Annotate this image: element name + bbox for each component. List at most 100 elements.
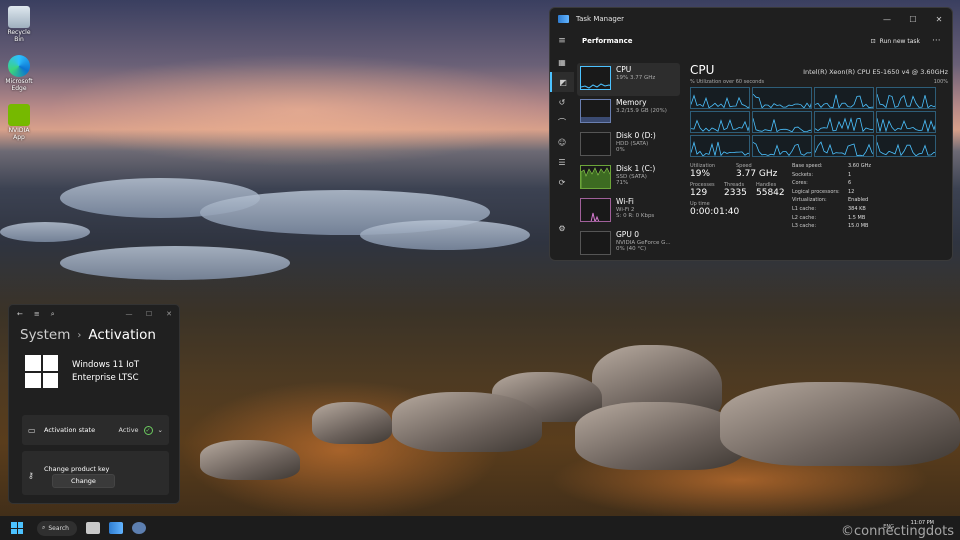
desktop-icon-label: Microsoft Edge: [5, 78, 33, 92]
lake: [360, 220, 530, 250]
watermark: ©connectingdots: [840, 524, 954, 539]
change-button[interactable]: Change: [52, 474, 115, 488]
minimize-button[interactable]: —: [119, 310, 139, 318]
resource-item-disk-0[interactable]: Disk 0 (D:) HDD (SATA) 0%: [577, 129, 680, 162]
nav-processes-icon[interactable]: ▦: [550, 52, 574, 72]
nav-services-icon[interactable]: ⟳: [550, 172, 574, 192]
breadcrumb-system[interactable]: System: [20, 327, 70, 343]
resource-name: Memory: [616, 98, 647, 107]
title-bar[interactable]: ← ≡ ⌕ — ☐ ✕: [9, 305, 179, 323]
cpu-spec-key: Cores:: [792, 180, 808, 187]
cpu-spec-row: Virtualization: Enabled: [792, 197, 871, 206]
product-name-line1: Windows 11 IoT: [72, 359, 140, 370]
cpu-thumbnail-graph: [580, 66, 611, 90]
lake: [0, 222, 90, 242]
cpu-spec-key: L2 cache:: [792, 214, 817, 221]
logical-processor-graph: [752, 111, 812, 133]
resource-detail: 0% (40 °C): [616, 245, 647, 252]
resource-name: CPU: [616, 65, 632, 74]
page-title: Performance: [582, 37, 633, 45]
product-info: Windows 11 IoT Enterprise LTSC: [9, 355, 179, 388]
speed-value: 3.77 GHz: [736, 169, 778, 179]
close-button[interactable]: ✕: [159, 310, 179, 318]
resource-item-gpu[interactable]: GPU 0 NVIDIA GeForce G... 0% (40 °C): [577, 228, 680, 260]
product-name-line2: Enterprise LTSC: [72, 372, 139, 383]
cpu-spec-key: Virtualization:: [792, 197, 827, 204]
lake: [60, 246, 290, 280]
change-product-key-label: Change product key: [44, 464, 110, 473]
cpu-spec-value: Enabled: [848, 197, 869, 204]
hamburger-menu-icon[interactable]: ≡: [550, 36, 574, 46]
cpu-spec-key: Logical processors:: [792, 188, 840, 195]
maximize-button[interactable]: ☐: [900, 15, 926, 24]
close-button[interactable]: ✕: [926, 15, 952, 24]
title-bar[interactable]: Task Manager — ☐ ✕: [550, 8, 952, 30]
cpu-spec-key: L3 cache:: [792, 223, 817, 230]
logical-processor-graph: [752, 87, 812, 109]
logical-processor-graph: [876, 135, 936, 157]
logical-processor-graph: [814, 135, 874, 157]
hamburger-menu-icon[interactable]: ≡: [34, 310, 40, 318]
nav-details-icon[interactable]: ☰: [550, 152, 574, 172]
resource-item-memory[interactable]: Memory 3.2/15.9 GB (20%): [577, 96, 680, 129]
utilization-caption: % Utilization over 60 seconds: [690, 79, 765, 85]
cpu-spec-value: 12: [848, 188, 855, 195]
key-icon: ⚷: [28, 471, 34, 480]
recycle-bin-icon: [8, 6, 30, 28]
resource-name: Wi-Fi: [616, 197, 634, 206]
task-manager-window: Task Manager — ☐ ✕ ≡ Performance ⊡ Run n…: [549, 7, 953, 261]
resource-item-cpu[interactable]: CPU 19% 3.77 GHz: [577, 63, 680, 96]
logical-processor-graphs: [690, 87, 948, 157]
cpu-model: Intel(R) Xeon(R) CPU E5-1650 v4 @ 3.60GH…: [803, 68, 948, 76]
file-explorer-icon[interactable]: [86, 522, 100, 534]
utilization-max: 100%: [933, 79, 948, 85]
chevron-right-icon: ›: [77, 329, 82, 341]
taskbar-search[interactable]: ⌕ Search: [37, 520, 77, 536]
breadcrumb: System › Activation: [9, 327, 179, 343]
activation-state-label: Activation state: [44, 426, 96, 434]
nvidia-icon: [8, 104, 30, 126]
desktop-icon-edge[interactable]: Microsoft Edge: [2, 55, 36, 92]
resource-item-wifi[interactable]: Wi-Fi Wi-Fi 2 S: 0 R: 0 Kbps: [577, 195, 680, 228]
handles-value: 55842: [756, 188, 785, 198]
disk1-thumbnail-graph: [580, 165, 611, 189]
window-title: Task Manager: [576, 15, 625, 23]
activation-state-row[interactable]: ▭ Activation state Active ✓ ⌄: [22, 415, 169, 445]
minimize-button[interactable]: —: [874, 15, 900, 24]
settings-taskbar-icon[interactable]: [132, 522, 146, 534]
resource-item-disk-1[interactable]: Disk 1 (C:) SSD (SATA) 71%: [577, 162, 680, 195]
disk0-thumbnail-graph: [580, 132, 611, 156]
rock: [392, 392, 542, 452]
cpu-spec-key: Base speed:: [792, 163, 823, 169]
start-button[interactable]: [11, 522, 23, 534]
resource-detail: 3.2/15.9 GB (20%): [616, 107, 667, 114]
utilization-value: 19%: [690, 169, 711, 179]
desktop-icon-nvidia[interactable]: NVIDIA App: [2, 104, 36, 141]
desktop-icon-recycle-bin[interactable]: Recycle Bin: [2, 6, 36, 43]
logical-processor-graph: [876, 87, 936, 109]
gpu-thumbnail-graph: [580, 231, 611, 255]
run-new-task-button[interactable]: ⊡ Run new task: [871, 38, 920, 45]
nav-settings-icon[interactable]: ⚙: [550, 218, 574, 238]
nav-performance-icon[interactable]: ◩: [550, 72, 574, 92]
rock: [312, 402, 392, 444]
nav-users-icon[interactable]: ☺: [550, 132, 574, 152]
cpu-spec-value: 384 KB: [848, 205, 866, 212]
cpu-spec-value: 1.5 MB: [848, 214, 866, 221]
cpu-spec-key: Sockets:: [792, 171, 814, 178]
task-manager-taskbar-icon[interactable]: [109, 522, 123, 534]
edge-icon: [8, 55, 30, 77]
maximize-button[interactable]: ☐: [139, 310, 159, 318]
cpu-spec-row: L1 cache: 384 KB: [792, 206, 871, 215]
desktop-icon-label: Recycle Bin: [7, 29, 31, 43]
resource-detail: S: 0 R: 0 Kbps: [616, 212, 655, 219]
nav-startup-apps-icon[interactable]: ⌒: [550, 112, 574, 132]
more-options-icon[interactable]: ···: [932, 36, 946, 46]
nav-app-history-icon[interactable]: ↺: [550, 92, 574, 112]
activation-state-value: Active: [118, 426, 139, 434]
back-arrow-icon[interactable]: ←: [17, 310, 23, 318]
cpu-spec-row: L2 cache: 1.5 MB: [792, 215, 871, 224]
chevron-down-icon[interactable]: ⌄: [158, 426, 163, 434]
search-icon[interactable]: ⌕: [51, 310, 55, 319]
resource-name: Disk 1 (C:): [616, 164, 656, 173]
